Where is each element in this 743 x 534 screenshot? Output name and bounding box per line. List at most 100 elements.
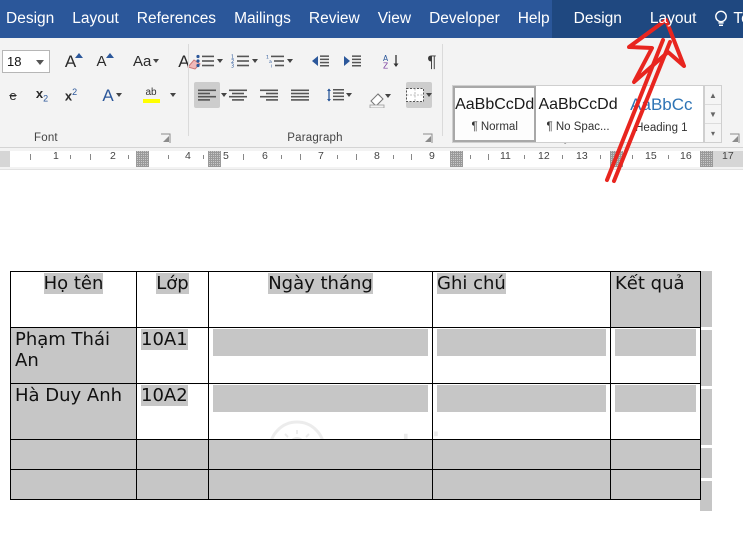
ruler-number: 11: [500, 150, 511, 162]
highlight-icon: ab: [145, 87, 157, 98]
cell-name[interactable]: [10, 469, 137, 500]
ruler-column-marker[interactable]: [700, 151, 713, 167]
shrink-font-button[interactable]: A: [92, 48, 118, 74]
cell-note[interactable]: [432, 469, 611, 500]
text-effects-icon: A: [102, 85, 114, 105]
tab-table-design[interactable]: Design: [565, 0, 631, 38]
table-row[interactable]: Phạm Thái An 10A1: [10, 327, 701, 384]
chevron-down-icon: [217, 59, 223, 63]
ruler-column-marker[interactable]: [610, 151, 623, 167]
row-end-mark: [700, 271, 712, 327]
header-cell-date[interactable]: Ngày tháng: [208, 271, 433, 328]
tab-table-layout[interactable]: Layout: [641, 0, 706, 38]
horizontal-ruler[interactable]: 1 2 4 5 6 7 8 9 11 12 13 15 16 17: [0, 148, 743, 170]
text-highlight-button[interactable]: ab: [138, 82, 164, 108]
cell-class[interactable]: 10A2: [136, 383, 209, 440]
chevron-down-icon: [115, 93, 122, 97]
cell-result[interactable]: [610, 327, 701, 384]
tab-help[interactable]: Help: [509, 0, 559, 38]
justify-button[interactable]: [287, 82, 313, 108]
tab-design[interactable]: Design: [0, 0, 63, 38]
styles-scroll-up-button[interactable]: ▲: [705, 86, 721, 105]
tell-me-box[interactable]: Te: [713, 9, 743, 29]
tab-view[interactable]: View: [369, 0, 420, 38]
header-cell-name[interactable]: Họ tên: [10, 271, 137, 328]
line-spacing-button[interactable]: [326, 82, 352, 108]
cell-value-note: [437, 385, 606, 412]
header-cell-class[interactable]: Lớp: [136, 271, 209, 328]
cell-date[interactable]: [208, 383, 433, 440]
decrease-indent-button[interactable]: [307, 48, 333, 74]
multilevel-list-icon: 1 a i: [266, 54, 284, 68]
align-right-button[interactable]: [256, 82, 282, 108]
strikethrough-button[interactable]: e: [0, 82, 26, 108]
cell-name[interactable]: Hà Duy Anh: [10, 383, 137, 440]
align-left-button[interactable]: [194, 82, 220, 108]
cell-result[interactable]: [610, 439, 701, 470]
cell-date[interactable]: [208, 439, 433, 470]
multilevel-list-button[interactable]: 1 a i: [266, 48, 293, 74]
header-label-class: Lớp: [156, 273, 189, 294]
paragraph-dialog-launcher[interactable]: [422, 133, 434, 145]
styles-gallery-scrollbar[interactable]: ▲ ▼ ▾: [704, 85, 722, 143]
tab-review[interactable]: Review: [300, 0, 369, 38]
cell-note[interactable]: [432, 439, 611, 470]
font-dialog-launcher[interactable]: [160, 133, 172, 145]
document-page[interactable]: uantrimang Họ tên: [0, 184, 743, 534]
change-case-button[interactable]: Aa: [133, 48, 160, 74]
cell-name[interactable]: Phạm Thái An: [10, 327, 137, 384]
increase-indent-button[interactable]: [339, 48, 365, 74]
shading-button[interactable]: [363, 82, 391, 108]
ruler-column-marker[interactable]: [208, 151, 221, 167]
ruler-column-marker[interactable]: [450, 151, 463, 167]
highlight-color-bar: [142, 99, 160, 103]
superscript-button[interactable]: x2: [58, 82, 84, 108]
grow-font-button[interactable]: A: [61, 48, 87, 74]
pilcrow-icon: ¶: [427, 51, 437, 71]
styles-more-button[interactable]: ▾: [705, 124, 721, 142]
align-left-icon: [198, 89, 216, 101]
style-item-heading-1[interactable]: AaBbCc Heading 1: [620, 86, 703, 142]
table-header-row[interactable]: Họ tên Lớp Ngày tháng Ghi chú Kết quả: [10, 271, 701, 328]
header-cell-result[interactable]: Kết quả: [610, 271, 701, 328]
table-row[interactable]: [10, 469, 701, 500]
table-row[interactable]: Hà Duy Anh 10A2: [10, 383, 701, 440]
styles-scroll-down-button[interactable]: ▼: [705, 105, 721, 124]
sort-button[interactable]: A Z: [379, 48, 405, 74]
tab-references[interactable]: References: [128, 0, 225, 38]
subscript-button[interactable]: x2: [29, 82, 55, 108]
cell-date[interactable]: [208, 327, 433, 384]
cell-note[interactable]: [432, 327, 611, 384]
cell-note[interactable]: [432, 383, 611, 440]
subscript-icon: x2: [35, 85, 49, 104]
tab-mailings[interactable]: Mailings: [225, 0, 300, 38]
styles-dialog-launcher[interactable]: [729, 133, 741, 145]
ruler-column-marker[interactable]: [136, 151, 149, 167]
document-area[interactable]: uantrimang Họ tên: [0, 170, 743, 534]
tab-layout[interactable]: Layout: [63, 0, 128, 38]
tab-developer[interactable]: Developer: [420, 0, 509, 38]
font-size-combo[interactable]: 18: [2, 49, 50, 73]
cell-class[interactable]: 10A1: [136, 327, 209, 384]
header-cell-note[interactable]: Ghi chú: [432, 271, 611, 328]
align-center-button[interactable]: [225, 82, 251, 108]
style-item-no-spacing[interactable]: AaBbCcDd ¶ No Spac...: [536, 86, 619, 142]
cell-class[interactable]: [136, 469, 209, 500]
cell-name[interactable]: [10, 439, 137, 470]
style-item-normal[interactable]: AaBbCcDd ¶ Normal: [453, 86, 537, 142]
chevron-down-icon[interactable]: [170, 93, 176, 97]
table-row[interactable]: [10, 439, 701, 470]
numbering-button[interactable]: 1 2 3: [231, 48, 258, 74]
style-sample: AaBbCcDd: [538, 95, 618, 113]
cell-class[interactable]: [136, 439, 209, 470]
cell-result[interactable]: [610, 469, 701, 500]
text-effects-button[interactable]: A: [99, 82, 125, 108]
cell-date[interactable]: [208, 469, 433, 500]
data-table[interactable]: Họ tên Lớp Ngày tháng Ghi chú Kết quả Ph…: [10, 271, 701, 500]
ruler-number: 4: [185, 150, 191, 162]
cell-value-date: [213, 385, 428, 412]
cell-result[interactable]: [610, 383, 701, 440]
ruler-number: 6: [262, 150, 268, 162]
borders-button[interactable]: [406, 82, 432, 108]
bullets-button[interactable]: [196, 48, 223, 74]
